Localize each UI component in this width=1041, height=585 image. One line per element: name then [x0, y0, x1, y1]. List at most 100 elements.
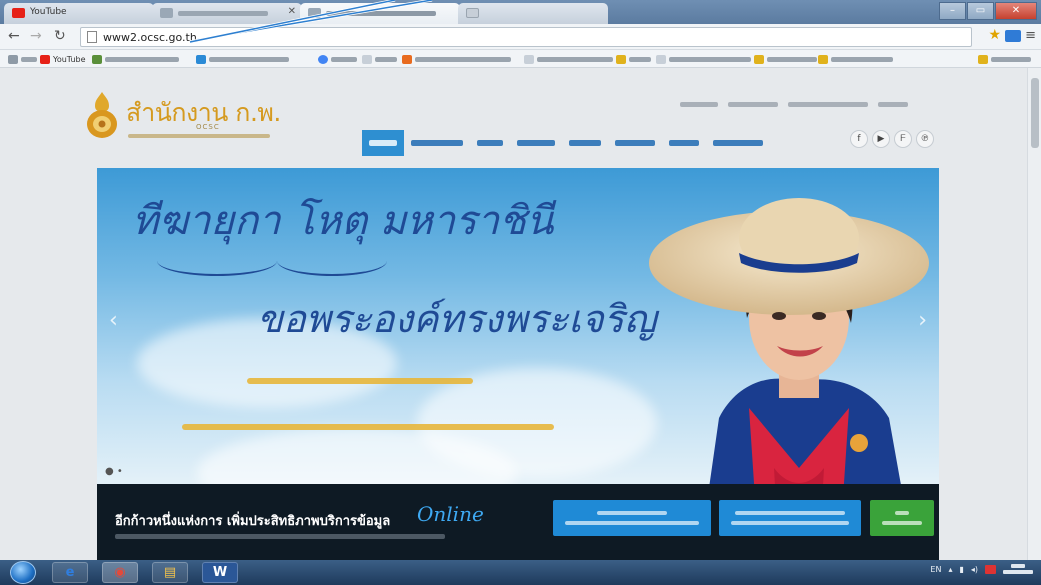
nav-item[interactable]: [608, 130, 662, 156]
page-icon: [308, 8, 321, 18]
google-icon: [318, 54, 328, 64]
blank-page-icon: [466, 8, 479, 18]
internet-explorer-icon[interactable]: e: [52, 562, 88, 583]
address-bar[interactable]: www2.ocsc.go.th: [80, 27, 972, 47]
forward-arrow-icon[interactable]: →: [30, 28, 42, 44]
youtube-icon[interactable]: ▶: [872, 130, 890, 148]
word-icon[interactable]: W: [202, 562, 238, 583]
info-button-1[interactable]: [553, 500, 711, 536]
top-links: [680, 98, 908, 107]
file-explorer-icon[interactable]: ▤: [152, 562, 188, 583]
nav-item[interactable]: [470, 130, 510, 156]
top-link[interactable]: [680, 102, 718, 107]
web-page: สำนักงาน ก.พ. OCSC f ▶ ᖴ ℗ ทีฆายุกา โหตุ…: [0, 68, 1041, 560]
bookmark-icon: [402, 54, 412, 64]
bookmark-item[interactable]: [402, 53, 511, 65]
browser-toolbar: ← → ↻ www2.ocsc.go.th ★ ≡: [0, 24, 1041, 50]
bookmark-item[interactable]: [196, 53, 289, 65]
carousel-prev-icon[interactable]: ‹: [109, 308, 118, 333]
back-arrow-icon[interactable]: ←: [8, 28, 20, 44]
bookmark-star-icon[interactable]: ★: [988, 27, 1001, 43]
info-subline: [115, 534, 445, 539]
tab-blank[interactable]: [458, 3, 608, 24]
banner-caption-line: [182, 424, 554, 430]
nav-item[interactable]: [562, 130, 608, 156]
language-indicator[interactable]: EN: [930, 565, 941, 574]
bookmark-item[interactable]: [754, 53, 817, 65]
ocsc-emblem-icon[interactable]: [85, 90, 119, 140]
page-icon: [656, 54, 666, 64]
browser-tab-strip: YouTube ✕ – ▭ ✕: [0, 0, 1041, 24]
reload-icon[interactable]: ↻: [54, 28, 66, 44]
bookmarks-bar: YouTube: [0, 50, 1041, 68]
network-icon[interactable]: ▮: [959, 565, 963, 574]
nav-item[interactable]: [706, 130, 770, 156]
scrollbar-thumb[interactable]: [1031, 78, 1039, 148]
site-logo-tagline: [128, 134, 270, 138]
banner-swash: [157, 246, 277, 276]
url-text: www2.ocsc.go.th: [103, 31, 197, 44]
tab-label: YouTube: [30, 7, 67, 17]
folder-icon: [978, 54, 988, 64]
bookmark-apps[interactable]: [8, 53, 37, 65]
bookmark-item[interactable]: [818, 53, 893, 65]
close-window-button[interactable]: ✕: [995, 2, 1037, 20]
close-tab-icon[interactable]: ✕: [288, 6, 296, 17]
info-bar: อีกก้าวหนึ่งแห่งการ เพิ่มประสิทธิภาพบริก…: [97, 484, 939, 560]
nav-item[interactable]: [510, 130, 562, 156]
extension-icon[interactable]: [1005, 30, 1021, 42]
page-icon: [160, 8, 173, 18]
other-bookmarks[interactable]: [978, 53, 1031, 65]
info-button-3[interactable]: [870, 500, 934, 536]
youtube-icon: [12, 8, 25, 18]
info-button-2[interactable]: [719, 500, 861, 536]
facebook-icon[interactable]: f: [850, 130, 868, 148]
page-icon: [524, 54, 534, 64]
action-center-icon[interactable]: [985, 565, 996, 574]
page-info-icon[interactable]: [87, 31, 97, 43]
info-tagline: อีกก้าวหนึ่งแห่งการ เพิ่มประสิทธิภาพบริก…: [115, 514, 391, 529]
nav-item[interactable]: [404, 130, 470, 156]
banner-caption-line: [247, 378, 473, 384]
pinterest-icon[interactable]: ℗: [916, 130, 934, 148]
system-tray: EN ▴ ▮ ◂): [930, 563, 1033, 576]
page-scrollbar[interactable]: [1027, 68, 1041, 560]
rss-icon[interactable]: ᖴ: [894, 130, 912, 148]
bookmark-item[interactable]: [524, 53, 613, 65]
youtube-icon: [40, 54, 50, 64]
tab-label-blurred: [326, 11, 436, 16]
main-navigation: [362, 130, 770, 156]
tab-ocsc[interactable]: [300, 3, 460, 24]
tab-thai-page[interactable]: ✕: [152, 3, 302, 24]
bookmark-icon: [92, 54, 102, 64]
top-link[interactable]: [728, 102, 778, 107]
top-link[interactable]: [788, 102, 868, 107]
bookmark-icon: [616, 54, 626, 64]
chrome-icon[interactable]: ◉: [102, 562, 138, 583]
bookmark-item[interactable]: [92, 53, 179, 65]
banner-subheadline: ขอพระองค์ทรงพระเจริญ: [257, 297, 657, 341]
minimize-button[interactable]: –: [939, 2, 966, 20]
nav-item-home[interactable]: [362, 130, 404, 156]
volume-icon[interactable]: ◂): [971, 565, 978, 574]
tab-youtube[interactable]: YouTube: [4, 3, 154, 24]
bookmark-item[interactable]: [318, 53, 357, 65]
site-logo-subtitle: OCSC: [196, 123, 220, 131]
start-button[interactable]: [10, 561, 36, 584]
bookmark-item[interactable]: [656, 53, 751, 65]
bookmark-youtube[interactable]: YouTube: [40, 53, 89, 65]
tab-label-blurred: [178, 11, 268, 16]
clock[interactable]: [1003, 563, 1033, 576]
menu-icon[interactable]: ≡: [1025, 28, 1036, 43]
bookmark-item[interactable]: [362, 53, 397, 65]
windows-taskbar: e ◉ ▤ W EN ▴ ▮ ◂): [0, 560, 1041, 585]
bookmark-icon: [754, 54, 764, 64]
carousel-dots[interactable]: ● •: [105, 466, 123, 477]
maximize-button[interactable]: ▭: [967, 2, 994, 20]
window-controls: – ▭ ✕: [938, 2, 1037, 20]
top-link[interactable]: [878, 102, 908, 107]
nav-item[interactable]: [662, 130, 706, 156]
bookmark-icon: [818, 54, 828, 64]
bookmark-item[interactable]: [616, 53, 651, 65]
tray-arrow-icon[interactable]: ▴: [948, 565, 952, 574]
